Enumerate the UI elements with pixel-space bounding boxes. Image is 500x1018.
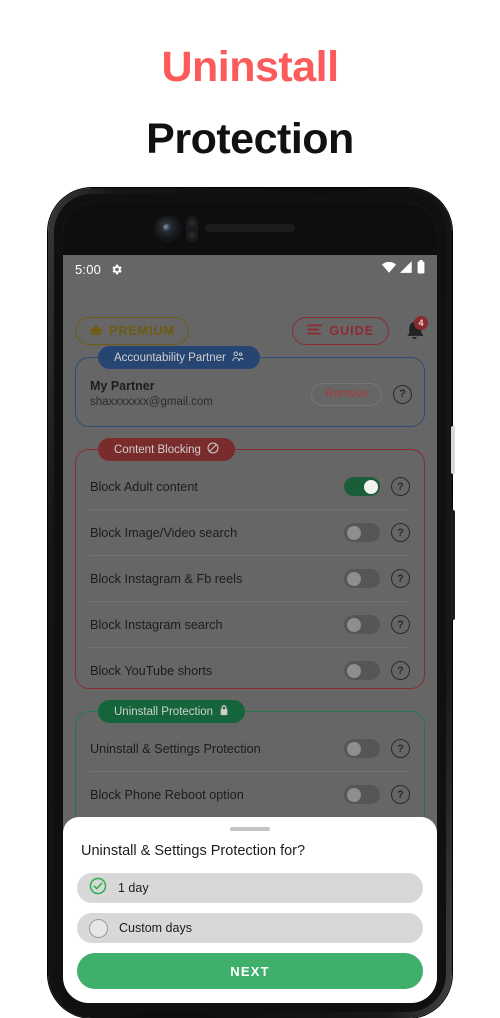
toggle-switch[interactable] [344, 661, 380, 680]
premium-button[interactable]: PREMIUM [75, 317, 190, 345]
front-camera-icon [156, 217, 179, 240]
battery-icon [417, 259, 425, 279]
partner-email: shaxxxxxxx@gmail.com [90, 396, 213, 408]
toggle-switch[interactable] [344, 739, 380, 758]
prohibition-icon [207, 442, 219, 457]
app-content: PREMIUM GUIDE 4 Accountability Partner M… [63, 283, 437, 1003]
status-bar-time: 5:00 [75, 261, 102, 277]
option-1-day[interactable]: 1 day [77, 873, 423, 903]
cellular-signal-icon [400, 260, 413, 278]
status-bar-icons [382, 259, 425, 279]
toggle-label: Block Instagram & Fb reels [90, 571, 243, 586]
toggle-label: Block Instagram search [90, 617, 223, 632]
guide-button-label: GUIDE [329, 324, 374, 338]
volume-rocker-button[interactable] [451, 510, 455, 620]
option-custom-days[interactable]: Custom days [77, 913, 423, 943]
guide-button[interactable]: GUIDE [292, 317, 389, 345]
section-label-uninstall-protection: Uninstall Protection [98, 700, 246, 723]
toggle-label: Block YouTube shorts [90, 663, 213, 678]
toggle-row[interactable]: Block Instagram & Fb reels ? [90, 556, 410, 602]
page-title-line1: Uninstall [161, 43, 339, 91]
notifications-button[interactable]: 4 [403, 316, 428, 344]
toggle-label: Block Adult content [90, 479, 198, 494]
earpiece-speaker [205, 224, 295, 232]
power-button[interactable] [451, 426, 455, 474]
section-accountability-partner: Accountability Partner My Partner shaxxx… [75, 346, 425, 427]
question-mark-icon[interactable]: ? [391, 739, 410, 758]
proximity-sensor-icon [186, 216, 198, 242]
bottom-sheet: Uninstall & Settings Protection for? 1 d… [63, 817, 437, 1003]
radio-empty-icon [89, 918, 108, 938]
section-label-accountability-partner: Accountability Partner [98, 346, 260, 369]
option-label: Custom days [119, 921, 192, 935]
phone-mockup: 5:00 PREMIUM GUIDE 4 Accountability Part… [48, 188, 455, 1018]
notification-badge: 4 [414, 316, 428, 330]
wifi-icon [382, 260, 396, 278]
question-mark-icon[interactable]: ? [391, 477, 410, 496]
toggle-label: Block Phone Reboot option [90, 787, 244, 802]
hamburger-lines-icon [307, 324, 323, 338]
partner-name: My Partner [90, 379, 155, 393]
status-bar: 5:00 [63, 255, 437, 283]
section-content-blocking: Content Blocking Block Adult content ? B… [75, 438, 425, 689]
phone-sensor-strip [63, 203, 437, 255]
remove-partner-button[interactable]: Remove [311, 382, 382, 406]
toggle-switch[interactable] [344, 615, 380, 634]
gear-icon [110, 263, 123, 276]
toggle-row[interactable]: Block YouTube shorts ? [90, 648, 410, 693]
page-title-line2: Protection [146, 115, 354, 163]
option-label: 1 day [118, 881, 149, 895]
app-top-bar: PREMIUM GUIDE 4 [63, 311, 437, 351]
section-label-content-blocking: Content Blocking [98, 438, 235, 461]
section-label-text: Content Blocking [114, 443, 201, 456]
crown-icon [89, 324, 103, 338]
premium-button-label: PREMIUM [109, 324, 176, 338]
section-label-text: Uninstall Protection [114, 705, 214, 718]
lock-icon [219, 704, 229, 719]
sheet-drag-handle[interactable] [230, 827, 270, 831]
question-mark-icon[interactable]: ? [393, 384, 412, 404]
content-blocking-rows: Block Adult content ? Block Image/Video … [76, 464, 424, 693]
toggle-label: Uninstall & Settings Protection [90, 741, 261, 756]
toggle-switch[interactable] [344, 785, 380, 804]
toggle-switch[interactable] [344, 477, 380, 496]
partner-details: My Partner shaxxxxxxx@gmail.com Remove ? [90, 378, 412, 410]
toggle-row[interactable]: Uninstall & Settings Protection ? [90, 726, 410, 772]
question-mark-icon[interactable]: ? [391, 615, 410, 634]
check-circle-icon [89, 877, 107, 900]
bottom-sheet-title: Uninstall & Settings Protection for? [81, 843, 306, 859]
question-mark-icon[interactable]: ? [391, 523, 410, 542]
section-label-text: Accountability Partner [114, 351, 226, 364]
partner-text-block: My Partner shaxxxxxxx@gmail.com [90, 378, 213, 410]
next-button[interactable]: NEXT [77, 953, 423, 989]
toggle-label: Block Image/Video search [90, 525, 238, 540]
question-mark-icon[interactable]: ? [391, 569, 410, 588]
question-mark-icon[interactable]: ? [391, 785, 410, 804]
uninstall-protection-rows: Uninstall & Settings Protection ? Block … [76, 726, 424, 817]
toggle-row[interactable]: Block Instagram search ? [90, 602, 410, 648]
toggle-switch[interactable] [344, 569, 380, 588]
toggle-switch[interactable] [344, 523, 380, 542]
question-mark-icon[interactable]: ? [391, 661, 410, 680]
page-title: Uninstall Protection [0, 40, 500, 166]
people-icon [232, 351, 244, 365]
toggle-row[interactable]: Block Adult content ? [90, 464, 410, 510]
toggle-row[interactable]: Block Image/Video search ? [90, 510, 410, 556]
toggle-row[interactable]: Block Phone Reboot option ? [90, 772, 410, 817]
phone-screen: 5:00 PREMIUM GUIDE 4 Accountability Part… [63, 203, 437, 1003]
